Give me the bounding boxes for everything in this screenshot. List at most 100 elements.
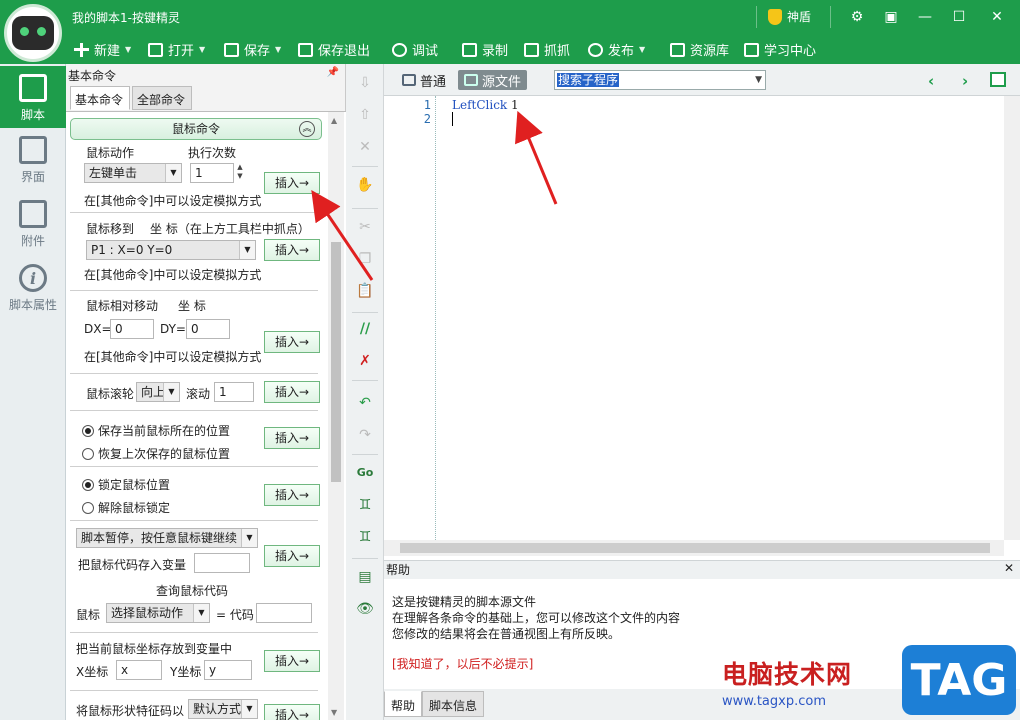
y-var-input[interactable]: y [204, 660, 252, 680]
chevron-down-icon: ▼ [239, 241, 255, 259]
skin-menu-icon[interactable]: ▣ [874, 0, 908, 34]
comment-icon[interactable]: // [356, 320, 374, 338]
goto-icon[interactable]: Go [356, 464, 374, 482]
insert-wheel-button[interactable]: 插入→ [264, 381, 320, 403]
radio-lock-mouse[interactable]: 锁定鼠标位置 [82, 476, 170, 493]
code-horizontal-scrollbar[interactable] [384, 540, 1004, 556]
resource-library-button[interactable]: 资源库 [670, 40, 729, 59]
query-action-select[interactable]: 选择鼠标动作 ▼ [106, 603, 210, 623]
scroll-down-icon[interactable]: ▼ [331, 708, 337, 717]
insert-lock-button[interactable]: 插入→ [264, 484, 320, 506]
times-input[interactable]: 1 [190, 163, 234, 183]
learning-center-button[interactable]: 学习中心 [744, 40, 816, 59]
tab-script-info[interactable]: 脚本信息 [422, 691, 485, 717]
paste-icon[interactable]: 📋 [356, 282, 374, 300]
settings-gear-icon[interactable]: ⚙ [840, 0, 874, 34]
restore-position-label: 恢复上次保存的鼠标位置 [98, 447, 231, 461]
search-subroutine-combo[interactable]: 搜索子程序 ▼ [554, 70, 766, 90]
chevron-right-icon[interactable]: › [962, 72, 968, 90]
nav-ui[interactable]: 界面 [0, 134, 66, 190]
times-stepper[interactable]: ▲ ▼ [234, 163, 246, 183]
tab-basic-commands[interactable]: 基本命令 [70, 86, 130, 110]
radio-restore-position[interactable]: 恢复上次保存的鼠标位置 [82, 445, 230, 462]
collapse-icon[interactable]: ︽ [299, 121, 315, 137]
nav-ui-label: 界面 [20, 170, 45, 184]
save-exit-button[interactable]: 保存退出 [298, 40, 370, 59]
find-icon[interactable]: ♊ [356, 496, 374, 514]
insert-mouse-move-button[interactable]: 插入→ [264, 239, 320, 261]
tab-normal-view[interactable]: 普通 [396, 70, 452, 90]
publish-button[interactable]: 发布 ▼ [588, 40, 645, 59]
save-button[interactable]: 保存 ▼ [224, 40, 281, 59]
nav-script[interactable]: 脚本 [0, 66, 66, 128]
insert-mouse-rel-button[interactable]: 插入→ [264, 331, 320, 353]
close-help-icon[interactable]: ✕ [1004, 561, 1014, 575]
delete-icon[interactable]: ✕ [356, 138, 374, 156]
mouse-commands-header[interactable]: 鼠标命令 ︽ [70, 118, 322, 140]
code-output [256, 603, 312, 623]
radio-icon [82, 447, 94, 460]
undo-icon[interactable]: ↶ [356, 394, 374, 412]
cut-icon[interactable]: ✂ [356, 218, 374, 236]
store-code-input[interactable] [194, 553, 250, 573]
script-icon [19, 74, 47, 102]
tab-source-view[interactable]: 源文件 [458, 70, 528, 90]
scroll-input[interactable]: 1 [214, 382, 254, 402]
uncomment-icon[interactable]: ✗ [356, 352, 374, 370]
scroll-up-icon[interactable]: ▲ [331, 116, 337, 125]
record-button[interactable]: 录制 [462, 40, 508, 59]
command-list-scrollbar[interactable]: ▲ ▼ [328, 112, 344, 720]
preview-eye-icon[interactable]: 👁 [356, 600, 374, 618]
move-down-icon[interactable]: ⇩ [356, 74, 374, 92]
redo-icon[interactable]: ↷ [356, 426, 374, 444]
capture-button[interactable]: 抓抓 [524, 40, 570, 59]
nav-attachment[interactable]: 附件 [0, 198, 66, 254]
shape-mode-select[interactable]: 默认方式 ▼ [188, 699, 258, 719]
move-up-icon[interactable]: ⇧ [356, 106, 374, 124]
chevron-left-icon[interactable]: ‹ [928, 72, 934, 90]
chevron-down-icon: ▼ [193, 604, 209, 622]
pin-icon[interactable]: 📌 [327, 67, 339, 78]
insert-shape-button[interactable]: 插入→ [264, 704, 320, 720]
screenshot-tool-icon[interactable]: ▤ [356, 568, 374, 586]
shield-button[interactable]: 神盾 [768, 8, 811, 25]
new-button[interactable]: 新建 ▼ [74, 40, 131, 59]
dismiss-help-link[interactable]: [我知道了，以后不必提示] [392, 655, 533, 672]
mouse-action-select[interactable]: 左键单击 ▼ [84, 163, 182, 183]
radio-save-position[interactable]: 保存当前鼠标所在的位置 [82, 422, 230, 439]
hand-icon[interactable]: ✋ [356, 176, 374, 194]
line-number: 1 [423, 98, 431, 112]
shield-icon [768, 8, 782, 25]
wheel-direction-select[interactable]: 向上 ▼ [136, 382, 180, 402]
nav-script-properties[interactable]: i 脚本属性 [0, 262, 66, 318]
insert-pause-button[interactable]: 插入→ [264, 545, 320, 567]
open-button[interactable]: 打开 ▼ [148, 40, 205, 59]
tab-all-commands[interactable]: 全部命令 [132, 86, 192, 110]
point-select[interactable]: P1 : X=0 Y=0 ▼ [86, 240, 256, 260]
source-view-label: 源文件 [482, 74, 522, 90]
pause-select[interactable]: 脚本暂停，按任意鼠标键继续 ▼ [76, 528, 258, 548]
divider [70, 466, 318, 467]
replace-icon[interactable]: ♊ [356, 528, 374, 546]
scroll-thumb[interactable] [400, 543, 990, 553]
copy-icon[interactable]: ❐ [356, 250, 374, 268]
minimize-icon[interactable]: — [908, 0, 942, 34]
book-icon [744, 42, 759, 57]
debug-button[interactable]: 调试 [392, 40, 438, 59]
radio-unlock-mouse[interactable]: 解除鼠标锁定 [82, 499, 170, 516]
insert-save-position-button[interactable]: 插入→ [264, 427, 320, 449]
code-editor[interactable]: 1 2 LeftClick 1 [384, 96, 1020, 540]
insert-store-pos-button[interactable]: 插入→ [264, 650, 320, 672]
maximize-icon[interactable]: ☐ [942, 0, 976, 34]
code-text[interactable]: LeftClick 1 [452, 98, 519, 126]
dy-input[interactable]: 0 [186, 319, 230, 339]
attachment-icon [19, 200, 47, 228]
tab-help[interactable]: 帮助 [384, 691, 423, 717]
close-icon[interactable]: ✕ [980, 0, 1014, 34]
dx-input[interactable]: 0 [110, 319, 154, 339]
layout-grid-icon[interactable] [990, 72, 1006, 87]
scroll-thumb[interactable] [331, 242, 341, 482]
x-var-input[interactable]: x [116, 660, 162, 680]
code-vertical-scrollbar[interactable] [1004, 96, 1020, 540]
insert-mouse-action-button[interactable]: 插入→ [264, 172, 320, 194]
